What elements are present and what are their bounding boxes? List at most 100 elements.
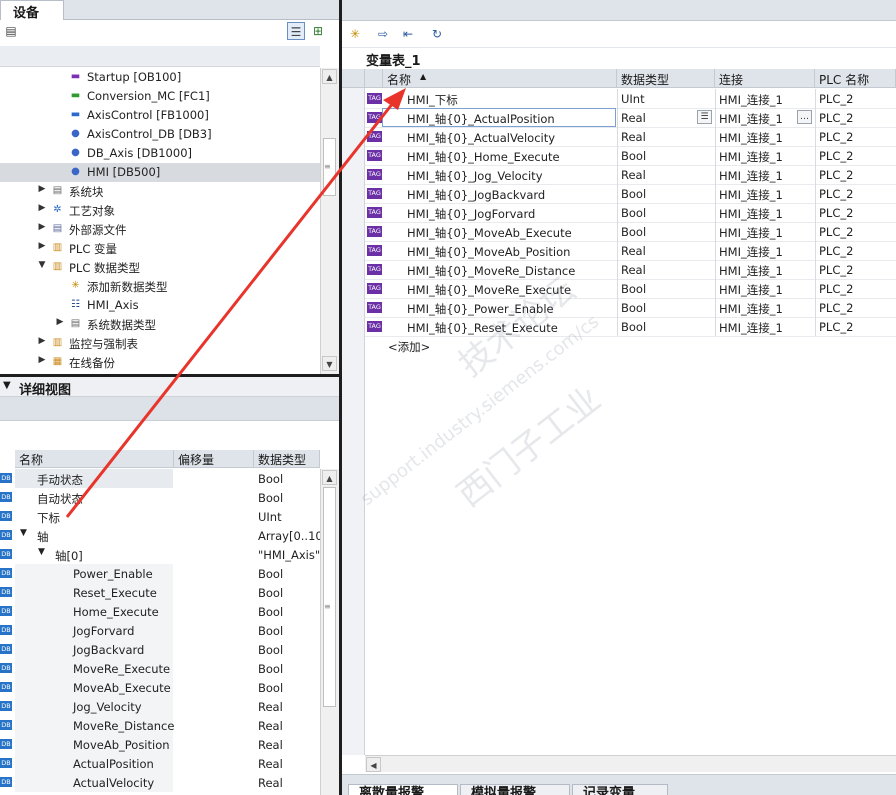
tag-connection[interactable]: HMI_连接_1 bbox=[719, 130, 783, 146]
tag-row[interactable]: TAG HMI_轴{0}_MoveRe_Distance Real HMI_连接_1 P… bbox=[342, 260, 896, 279]
tag-plc-name[interactable]: PLC_2 bbox=[819, 92, 853, 106]
detail-row[interactable]: DB 自动状态 Bool bbox=[0, 488, 320, 507]
tag-plc-name[interactable]: PLC_2 bbox=[819, 130, 853, 144]
tag-plc-name[interactable]: PLC_2 bbox=[819, 225, 853, 239]
tag-datatype[interactable]: Real bbox=[621, 130, 646, 144]
detail-row[interactable]: DB 下标 UInt bbox=[0, 507, 320, 526]
list-view-icon[interactable]: ☰ bbox=[287, 22, 305, 40]
collapsed-arrow-icon[interactable]: ▶ bbox=[37, 203, 47, 213]
collapsed-arrow-icon[interactable]: ▶ bbox=[55, 317, 65, 327]
tree-item[interactable]: ▬ Conversion_MC [FC1] bbox=[0, 87, 320, 106]
tag-row[interactable]: TAG HMI_轴{0}_ActualPosition Real HMI_连接_1 PL… bbox=[342, 108, 896, 127]
detail-row[interactable]: DB Home_Execute Bool bbox=[0, 602, 320, 621]
tag-connection[interactable]: HMI_连接_1 bbox=[719, 168, 783, 184]
detail-row[interactable]: DB JogForvard Bool bbox=[0, 621, 320, 640]
collapsed-arrow-icon[interactable]: ▶ bbox=[37, 336, 47, 346]
tree-item[interactable]: ● HMI [DB500] bbox=[0, 163, 320, 182]
tag-row[interactable]: TAG HMI_轴{0}_MoveAb_Position Real HMI_连接_1 P… bbox=[342, 241, 896, 260]
tag-plc-name[interactable]: PLC_2 bbox=[819, 320, 853, 334]
tag-row[interactable]: TAG HMI_轴{0}_Power_Enable Bool HMI_连接_1 PLC_… bbox=[342, 298, 896, 317]
tag-connection[interactable]: HMI_连接_1 bbox=[719, 206, 783, 222]
tag-connection[interactable]: HMI_连接_1 bbox=[719, 244, 783, 260]
expanded-arrow-icon[interactable]: ▼ bbox=[20, 528, 27, 538]
tag-plc-name[interactable]: PLC_2 bbox=[819, 187, 853, 201]
tag-datatype[interactable]: UInt bbox=[621, 92, 645, 106]
tree-item[interactable]: ▼ ▥ PLC 数据类型 bbox=[0, 258, 320, 277]
tree-scrollbar[interactable]: ▲ ≡ ▼ bbox=[320, 68, 339, 374]
collapse-arrow-icon[interactable]: ▼ bbox=[3, 380, 11, 391]
header-datatype[interactable]: 数据类型 bbox=[617, 69, 715, 88]
tag-connection[interactable]: HMI_连接_1 bbox=[719, 92, 783, 108]
detail-header-type[interactable]: 数据类型 bbox=[254, 450, 320, 468]
tag-connection[interactable]: HMI_连接_1 bbox=[719, 282, 783, 298]
detail-row[interactable]: DB ActualPosition Real bbox=[0, 754, 320, 773]
detail-row[interactable]: DB Jog_Velocity Real bbox=[0, 697, 320, 716]
tag-row[interactable]: TAG HMI_轴{0}_MoveAb_Execute Bool HMI_连接_1 PL… bbox=[342, 222, 896, 241]
collapsed-arrow-icon[interactable]: ▶ bbox=[37, 222, 47, 232]
tag-row[interactable]: TAG HMI_轴{0}_JogBackvard Bool HMI_连接_1 PLC_2 bbox=[342, 184, 896, 203]
tag-refresh-icon[interactable]: ↻ bbox=[428, 25, 446, 43]
collapsed-arrow-icon[interactable]: ▶ bbox=[37, 241, 47, 251]
tag-name[interactable]: HMI_轴{0}_Jog_Velocity bbox=[407, 168, 543, 184]
detail-row[interactable]: DB ▼ 轴[0] "HMI_Axis" bbox=[0, 545, 320, 564]
grid-horizontal-scrollbar[interactable]: ◀ bbox=[365, 755, 896, 772]
tag-connection[interactable]: HMI_连接_1 bbox=[719, 225, 783, 241]
tag-name[interactable]: HMI_轴{0}_Home_Execute bbox=[407, 149, 560, 165]
tag-row[interactable]: TAG HMI_轴{0}_Reset_Execute Bool HMI_连接_1 PLC… bbox=[342, 317, 896, 336]
import-icon[interactable]: ⇤ bbox=[399, 25, 417, 43]
tag-datatype[interactable]: Bool bbox=[621, 225, 646, 239]
tag-name[interactable]: HMI_轴{0}_ActualPosition bbox=[407, 111, 555, 127]
tag-datatype[interactable]: Real bbox=[621, 168, 646, 182]
tag-name[interactable]: HMI_轴{0}_MoveAb_Position bbox=[407, 244, 570, 260]
tree-item[interactable]: ▶ ▥ 监控与强制表 bbox=[0, 334, 320, 353]
tree-item[interactable]: ▬ AxisControl [FB1000] bbox=[0, 106, 320, 125]
tree-item[interactable]: ▶ ▥ PLC 变量 bbox=[0, 239, 320, 258]
tag-connection[interactable]: HMI_连接_1 bbox=[719, 149, 783, 165]
tree-item[interactable]: ● AxisControl_DB [DB3] bbox=[0, 125, 320, 144]
tree-item[interactable]: ▶ ✲ 工艺对象 bbox=[0, 201, 320, 220]
tree-item[interactable]: ☷ HMI_Axis bbox=[0, 296, 320, 315]
add-tag-row[interactable]: <添加> bbox=[342, 336, 896, 355]
tag-connection[interactable]: HMI_连接_1 bbox=[719, 301, 783, 317]
header-connection[interactable]: 连接 bbox=[715, 69, 815, 88]
tree-view-icon[interactable]: ⊞ bbox=[309, 22, 327, 40]
tag-connection[interactable]: HMI_连接_1 bbox=[719, 320, 783, 336]
detail-row[interactable]: DB 手动状态 Bool bbox=[0, 469, 320, 488]
connection-browse-icon[interactable]: … bbox=[797, 110, 812, 124]
tree-item[interactable]: ▬ Startup [OB100] bbox=[0, 68, 320, 87]
tab-discrete-alarms[interactable]: 离散量报警 bbox=[348, 784, 458, 795]
tag-plc-name[interactable]: PLC_2 bbox=[819, 206, 853, 220]
detail-row[interactable]: DB JogBackvard Bool bbox=[0, 640, 320, 659]
device-overview-icon[interactable]: ▤ bbox=[2, 22, 20, 40]
collapsed-arrow-icon[interactable]: ▶ bbox=[37, 184, 47, 194]
tag-datatype[interactable]: Real bbox=[621, 244, 646, 258]
scroll-down-icon[interactable]: ▼ bbox=[322, 356, 337, 371]
tag-row[interactable]: TAG HMI_轴{0}_MoveRe_Execute Bool HMI_连接_1 PL… bbox=[342, 279, 896, 298]
tag-datatype[interactable]: Bool bbox=[621, 149, 646, 163]
tag-plc-name[interactable]: PLC_2 bbox=[819, 111, 853, 125]
detail-row[interactable]: DB Reset_Execute Bool bbox=[0, 583, 320, 602]
detail-row[interactable]: DB Power_Enable Bool bbox=[0, 564, 320, 583]
scroll-up-icon[interactable]: ▲ bbox=[322, 69, 337, 84]
tab-devices[interactable]: 设备 bbox=[0, 0, 64, 21]
detail-row[interactable]: DB MoveAb_Position Real bbox=[0, 735, 320, 754]
tag-plc-name[interactable]: PLC_2 bbox=[819, 244, 853, 258]
tag-row[interactable]: TAG HMI_轴{0}_Home_Execute Bool HMI_连接_1 PLC_… bbox=[342, 146, 896, 165]
tag-name[interactable]: HMI_轴{0}_Power_Enable bbox=[407, 301, 554, 317]
detail-row[interactable]: DB MoveRe_Execute Bool bbox=[0, 659, 320, 678]
tag-plc-name[interactable]: PLC_2 bbox=[819, 149, 853, 163]
tag-connection[interactable]: HMI_连接_1 bbox=[719, 187, 783, 203]
header-name[interactable]: 名称 ▲ bbox=[383, 69, 617, 88]
detail-row[interactable]: DB ▼ 轴 Array[0..10] bbox=[0, 526, 327, 545]
detail-row[interactable]: DB MoveRe_Distance Real bbox=[0, 716, 320, 735]
tree-item[interactable]: ▶ ▤ 外部源文件 bbox=[0, 220, 320, 239]
tree-item[interactable]: ▶ ▦ 在线备份 bbox=[0, 353, 320, 372]
tag-row[interactable]: TAG HMI_下标 UInt HMI_连接_1 PLC_2 bbox=[342, 89, 896, 108]
datatype-picker-icon[interactable]: ☰ bbox=[697, 110, 712, 124]
detail-row[interactable]: DB MoveAb_Execute Bool bbox=[0, 678, 320, 697]
detail-row[interactable]: DB ActualVelocity Real bbox=[0, 773, 320, 792]
tag-plc-name[interactable]: PLC_2 bbox=[819, 301, 853, 315]
tree-item[interactable]: ▶ ▤ 系统块 bbox=[0, 182, 320, 201]
tag-name[interactable]: HMI_轴{0}_MoveAb_Execute bbox=[407, 225, 572, 241]
tag-connection[interactable]: HMI_连接_1 bbox=[719, 111, 783, 127]
